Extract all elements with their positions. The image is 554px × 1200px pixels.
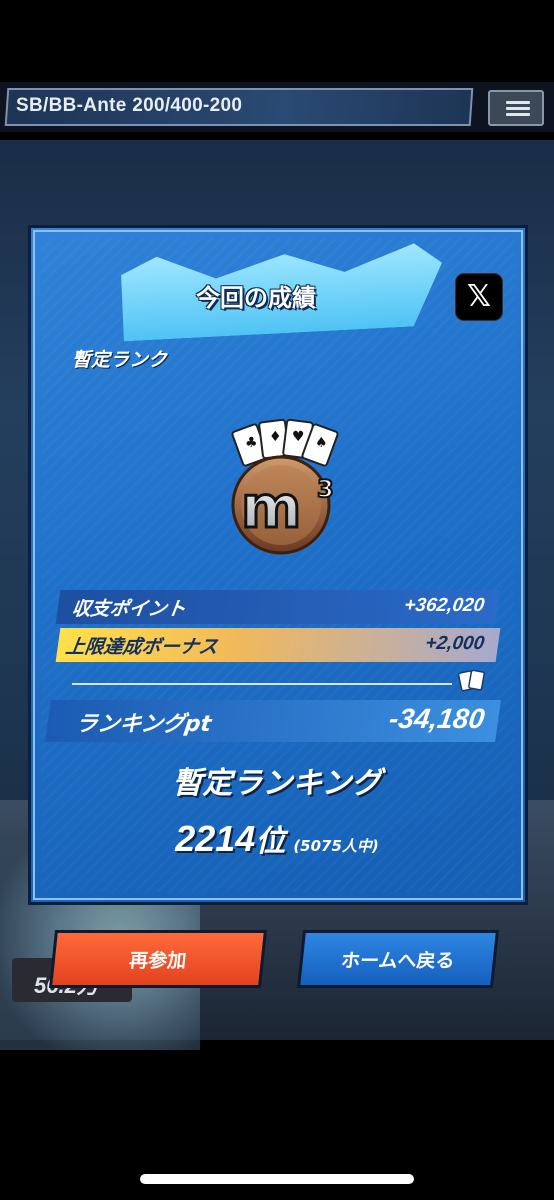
- rank-unit: 位: [255, 824, 286, 859]
- stat-value: -34,180: [387, 703, 487, 734]
- ranking-result: 2214位 (5075人中): [0, 816, 554, 860]
- return-home-button[interactable]: ホームへ戻る: [296, 930, 500, 988]
- svg-text:♣: ♣: [245, 435, 258, 451]
- rank-total: (5075人中): [293, 837, 379, 855]
- stat-value: +362,020: [402, 595, 486, 616]
- provisional-ranking-title: 暫定ランキング: [172, 766, 382, 801]
- home-indicator[interactable]: [140, 1174, 414, 1184]
- rejoin-button[interactable]: 再参加: [48, 930, 268, 988]
- rank-emblem-icon: ♣ ♦ ♥ ♠ m 3: [231, 418, 339, 555]
- rejoin-label: 再参加: [128, 949, 188, 972]
- menu-icon-line: [506, 113, 530, 116]
- progress-divider: [72, 683, 452, 685]
- stat-label: ランキングpt: [73, 712, 213, 737]
- svg-text:♦: ♦: [269, 429, 282, 445]
- return-home-label: ホームへ戻る: [339, 949, 456, 972]
- stat-label: 収支ポイント: [70, 598, 188, 620]
- svg-text:♥: ♥: [292, 429, 305, 445]
- menu-icon: [506, 101, 530, 104]
- provisional-rank-label: 暫定ランク: [72, 349, 168, 371]
- dialog-title: 今回の成績: [196, 284, 316, 312]
- rank-emblem-letter: m: [241, 473, 301, 541]
- share-x-button[interactable]: 𝕏: [455, 273, 503, 321]
- rank-emblem-sub: 3: [317, 475, 334, 503]
- cards-icon: [458, 669, 485, 692]
- svg-text:♠: ♠: [315, 435, 328, 451]
- stat-value: +2,000: [424, 633, 486, 654]
- menu-button[interactable]: [488, 90, 544, 126]
- blind-info: SB/BB-Ante 200/400-200: [16, 95, 243, 116]
- rank-position: 2214: [175, 818, 256, 859]
- menu-icon-line: [506, 107, 530, 110]
- x-logo-icon: 𝕏: [466, 279, 492, 314]
- stat-row-ranking-pt: ランキングpt -34,180: [45, 700, 501, 742]
- stat-row-bonus: 上限達成ボーナス +2,000: [55, 628, 501, 662]
- stat-label: 上限達成ボーナス: [64, 636, 220, 658]
- stat-row-income: 収支ポイント +362,020: [55, 590, 501, 624]
